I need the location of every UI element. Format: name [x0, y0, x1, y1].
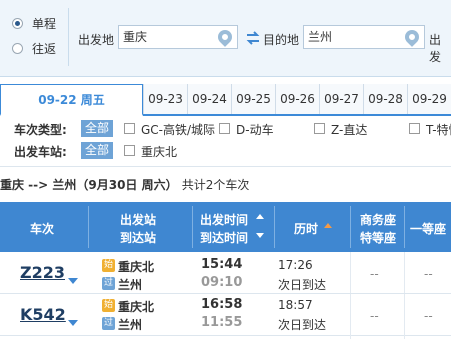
pass-station-badge: 过: [102, 277, 115, 290]
header-divider: [192, 206, 193, 248]
date-tab[interactable]: 09-23: [143, 84, 187, 114]
header-divider: [274, 206, 275, 248]
round-trip-label[interactable]: 往返: [32, 40, 56, 57]
from-station[interactable]: 重庆北: [118, 298, 154, 315]
header-dep-time[interactable]: 出发时间: [200, 211, 248, 228]
date-tab[interactable]: 09-24: [187, 84, 231, 114]
column-divider: [404, 252, 405, 293]
checkbox-d[interactable]: [219, 123, 230, 134]
round-trip-radio[interactable]: [12, 43, 23, 54]
train-count: 共计2个车次: [181, 178, 250, 192]
type-all-button[interactable]: 全部: [81, 120, 114, 137]
checkbox-gc[interactable]: [124, 123, 135, 134]
to-station[interactable]: 兰州: [118, 276, 142, 293]
dest-label: 目的地: [263, 33, 300, 47]
depart-station-label: 出发车站:: [14, 145, 67, 159]
type-z-label[interactable]: Z-直达: [331, 121, 367, 138]
business-seat-value: --: [370, 267, 379, 281]
header-divider: [88, 206, 89, 248]
header-business: 商务座: [360, 213, 397, 227]
header-divider: [350, 206, 351, 248]
one-way-radio[interactable]: [12, 18, 23, 29]
date-tab[interactable]: 09-25: [231, 84, 275, 114]
train-number-link[interactable]: K542: [20, 305, 66, 324]
header-duration[interactable]: 历时: [294, 220, 318, 237]
sort-up-icon[interactable]: [324, 223, 332, 228]
sort-down-icon[interactable]: [256, 233, 264, 238]
header-arr-time[interactable]: 到达时间: [200, 229, 248, 246]
date-tab[interactable]: 09-28: [363, 84, 407, 114]
arrive-note: 次日到达: [278, 278, 327, 292]
train-type-label: 车次类型:: [14, 123, 67, 137]
train-number-link[interactable]: Z223: [20, 263, 65, 282]
swap-icon[interactable]: [246, 31, 260, 45]
column-divider: [404, 294, 405, 339]
depart-time: 16:58: [201, 297, 243, 312]
header-train: 车次: [30, 222, 55, 236]
business-seat-value: --: [370, 309, 379, 323]
route-summary: 重庆 --> 兰州（9月30日 周六） 共计2个车次: [0, 176, 249, 193]
column-divider: [350, 252, 351, 293]
depart-time: 15:44: [201, 257, 243, 272]
section-divider: [0, 166, 451, 167]
one-way-label[interactable]: 单程: [32, 15, 56, 32]
depart-date-label: 出发: [429, 33, 442, 64]
type-d-label[interactable]: D-动车: [236, 121, 274, 138]
header-dep-station: 出发站: [120, 213, 157, 227]
checkbox-t[interactable]: [409, 123, 420, 134]
sort-up-icon[interactable]: [256, 214, 264, 219]
date-tab[interactable]: 09-29: [407, 84, 451, 114]
duration: 17:26: [278, 258, 313, 272]
station-option-label[interactable]: 重庆北: [141, 143, 177, 160]
type-t-label[interactable]: T-特快: [426, 121, 451, 138]
header-arr-station: 到达站: [120, 231, 157, 245]
route-text: 重庆 --> 兰州（9月30日 周六）: [0, 178, 178, 192]
pass-station-badge: 过: [102, 317, 115, 330]
header-divider: [404, 206, 405, 248]
to-station[interactable]: 兰州: [118, 316, 142, 333]
panel-divider: [68, 8, 69, 66]
checkbox-station[interactable]: [124, 145, 135, 156]
type-gc-label[interactable]: GC-高铁/城际: [141, 121, 215, 138]
arrive-time: 11:55: [201, 315, 243, 330]
chevron-down-icon[interactable]: [68, 278, 78, 284]
header-first: 一等座: [410, 222, 447, 236]
first-seat-value: --: [424, 309, 433, 323]
date-tab-active[interactable]: 09-22 周五: [0, 84, 143, 116]
duration: 18:57: [278, 298, 313, 312]
checkbox-z[interactable]: [314, 123, 325, 134]
arrive-note: 次日到达: [278, 318, 327, 332]
start-station-badge: 始: [102, 299, 115, 312]
column-divider: [350, 294, 351, 339]
arrive-time: 09:10: [201, 275, 243, 290]
chevron-down-icon[interactable]: [68, 320, 78, 326]
station-all-button[interactable]: 全部: [81, 142, 114, 159]
depart-label: 出发地: [78, 33, 115, 47]
date-tab[interactable]: 09-26: [275, 84, 319, 114]
date-tab[interactable]: 09-27: [319, 84, 363, 114]
start-station-badge: 始: [102, 259, 115, 272]
from-station[interactable]: 重庆北: [118, 258, 154, 275]
header-premium: 特等座: [360, 231, 397, 245]
first-seat-value: --: [424, 267, 433, 281]
